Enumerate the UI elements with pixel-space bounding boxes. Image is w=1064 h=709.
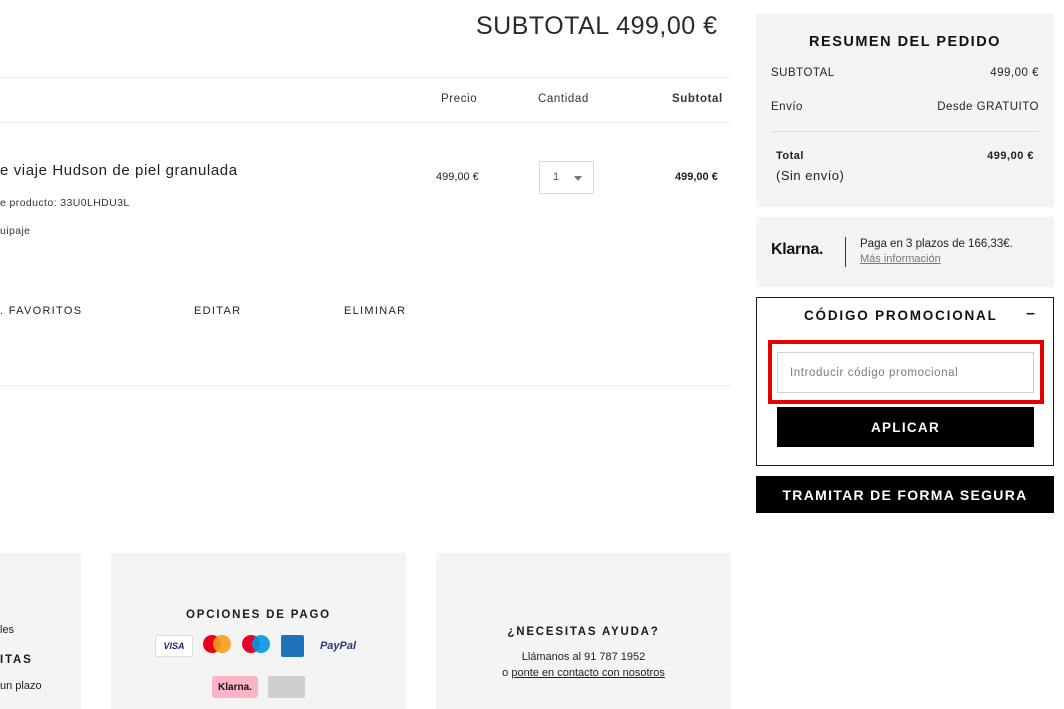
product-name[interactable]: e viaje Hudson de piel granulada bbox=[0, 162, 238, 179]
help-phone: Llámanos al 91 787 1952 bbox=[521, 651, 646, 663]
summary-shipping-label: Envío bbox=[771, 101, 803, 113]
summary-total-label: Total bbox=[776, 150, 804, 162]
cart-subtotal-heading: SUBTOTAL 499,00 € bbox=[476, 12, 718, 40]
help-title: ¿NECESITAS AYUDA? bbox=[507, 626, 660, 638]
promo-code-input[interactable] bbox=[777, 352, 1034, 393]
help-contact-line: o ponte en contacto con nosotros bbox=[436, 667, 731, 679]
klarna-icon: Klarna. bbox=[212, 676, 258, 698]
klarna-logo: Klarna. bbox=[771, 241, 824, 258]
order-summary-title: RESUMEN DEL PEDIDO bbox=[809, 34, 1001, 50]
promo-code-panel: CÓDIGO PROMOCIONAL – APLICAR bbox=[756, 297, 1054, 466]
summary-total-value: 499,00 € bbox=[987, 150, 1034, 162]
divider bbox=[0, 385, 731, 386]
column-header-price: Precio bbox=[441, 93, 478, 105]
payment-options-panel: OPCIONES DE PAGO VISA PayPal Klarna. bbox=[111, 553, 406, 709]
info-heading: ITAS bbox=[0, 654, 33, 666]
summary-subtotal-label: SUBTOTAL bbox=[771, 67, 835, 79]
summary-total-note: (Sin envío) bbox=[776, 168, 845, 183]
add-to-favorites-button[interactable]: . FAVORITOS bbox=[0, 305, 82, 317]
column-header-quantity: Cantidad bbox=[538, 93, 589, 105]
payment-options-title: OPCIONES DE PAGO bbox=[186, 609, 331, 621]
info-text: un plazo bbox=[0, 680, 42, 692]
divider bbox=[0, 77, 731, 78]
paypal-icon: PayPal bbox=[319, 640, 357, 652]
remove-button[interactable]: ELIMINAR bbox=[344, 305, 406, 317]
chevron-down-icon bbox=[574, 176, 582, 181]
product-category: uipaje bbox=[0, 225, 31, 237]
klarna-more-info-link[interactable]: Más información bbox=[860, 253, 941, 265]
mastercard-icon bbox=[201, 633, 233, 659]
divider bbox=[845, 237, 846, 267]
quantity-select[interactable]: 1 bbox=[539, 161, 594, 194]
edit-button[interactable]: EDITAR bbox=[194, 305, 241, 317]
maestro-icon bbox=[240, 633, 272, 659]
summary-subtotal-value: 499,00 € bbox=[990, 67, 1039, 79]
promo-code-title[interactable]: CÓDIGO PROMOCIONAL bbox=[804, 308, 998, 323]
klarna-installments-text: Paga en 3 plazos de 166,33€. bbox=[860, 238, 1013, 250]
amex-icon bbox=[281, 635, 304, 657]
klarna-banner: Klarna. Paga en 3 plazos de 166,33€. Más… bbox=[756, 217, 1054, 287]
column-header-subtotal: Subtotal bbox=[672, 93, 723, 105]
help-contact-prefix: o bbox=[502, 667, 509, 679]
generic-card-icon bbox=[268, 676, 305, 698]
contact-link[interactable]: ponte en contacto con nosotros bbox=[511, 667, 665, 679]
product-subtotal: 499,00 € bbox=[675, 171, 718, 183]
divider bbox=[771, 131, 1039, 132]
help-panel: ¿NECESITAS AYUDA? Llámanos al 91 787 195… bbox=[436, 553, 731, 709]
info-text: les bbox=[0, 624, 15, 636]
divider bbox=[0, 122, 731, 123]
secure-checkout-button[interactable]: TRAMITAR DE FORMA SEGURA bbox=[756, 476, 1054, 513]
product-code: e producto: 33U0LHDU3L bbox=[0, 197, 130, 209]
quantity-value: 1 bbox=[553, 171, 560, 183]
info-panel-left: les ITAS un plazo bbox=[0, 553, 81, 709]
order-summary: RESUMEN DEL PEDIDO SUBTOTAL 499,00 € Env… bbox=[756, 14, 1054, 207]
collapse-icon[interactable]: – bbox=[1026, 305, 1035, 323]
apply-button[interactable]: APLICAR bbox=[777, 407, 1034, 447]
visa-icon: VISA bbox=[155, 635, 193, 657]
summary-shipping-value: Desde GRATUITO bbox=[937, 101, 1039, 113]
product-price: 499,00 € bbox=[436, 171, 479, 183]
